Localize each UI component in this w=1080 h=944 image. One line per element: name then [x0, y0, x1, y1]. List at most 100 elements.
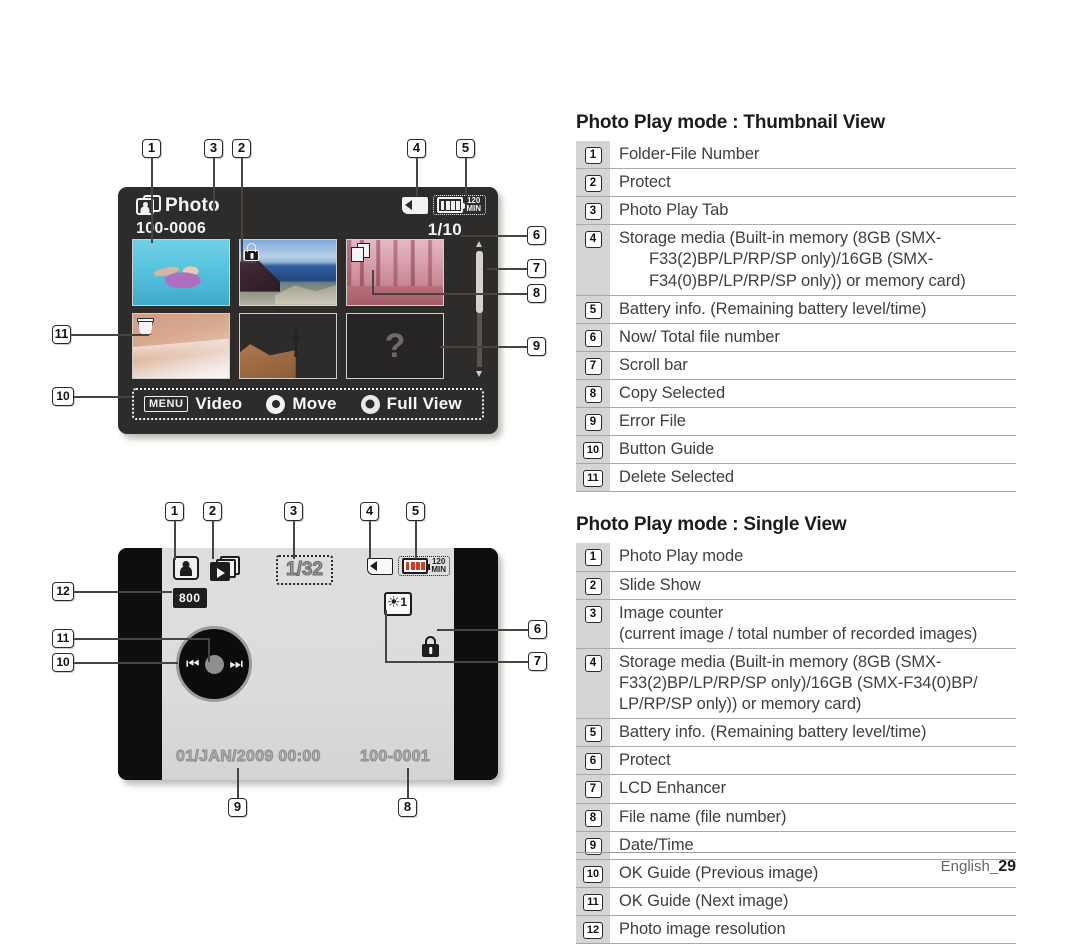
row-number-cell: 5 [576, 718, 610, 747]
battery-icon [437, 197, 466, 213]
row-number-cell: 5 [576, 295, 610, 324]
leader-single-1 [174, 521, 176, 560]
leader-single-9 [237, 768, 239, 799]
leader-single-6 [437, 629, 528, 631]
row-label: Scroll bar [619, 355, 688, 374]
callout-thumb-3: 3 [204, 139, 223, 158]
single-view-legend-table: 1 Photo Play mode 2 Slide Show 3 Image c… [576, 543, 1016, 944]
button-guide-full-view-label: Full View [386, 394, 462, 413]
battery-info: 120 MIN [433, 195, 486, 215]
row-number: 12 [583, 921, 603, 939]
callout-single-1: 1 [165, 502, 184, 521]
thumbnail-cell-6-error[interactable]: ? [346, 312, 444, 379]
table-row: 1 Photo Play mode [576, 543, 1016, 572]
row-label: Button Guide [619, 440, 715, 459]
row-label-line: F33(2)BP/LP/RP/SP only)/16GB (SMX- [649, 250, 934, 269]
callout-thumb-7: 7 [527, 259, 546, 278]
table-row: 7 LCD Enhancer [576, 774, 1016, 804]
row-number-cell: 12 [576, 915, 610, 944]
thumbnail-cell-4[interactable] [132, 312, 230, 379]
thumbnail-cell-2[interactable] [239, 239, 337, 306]
table-row: 3 Photo Play Tab [576, 196, 1016, 225]
leader-single-12 [74, 591, 172, 593]
thumbnail-view-legend-table: 1 Folder-File Number 2 Protect 3 Photo P… [576, 141, 1016, 492]
ok-guide-previous-image-icon[interactable]: ⏮ [186, 657, 199, 672]
row-label: Folder-File Number [619, 145, 760, 163]
table-row: 6 Now/ Total file number [576, 323, 1016, 352]
ok-button-icon[interactable] [360, 394, 380, 414]
row-number-cell: 7 [576, 351, 610, 380]
footer-page-number: 29 [998, 858, 1016, 875]
row-label: Image counter (current image / total num… [610, 599, 1016, 648]
scroll-bar[interactable] [475, 241, 484, 377]
row-label: Storage media (Built-in memory (8GB (SMX… [610, 225, 1016, 295]
table-row: 10 Button Guide [576, 435, 1016, 464]
dpad-icon[interactable] [266, 394, 286, 414]
battery-remaining-time: 120 MIN [466, 197, 481, 213]
callout-thumb-8: 8 [527, 284, 546, 303]
row-label-line: F34(0)BP/LP/RP/SP only)) or memory card) [649, 271, 966, 290]
table-row: 3 Image counter (current image / total n… [576, 599, 1016, 649]
row-number-cell: 11 [576, 887, 610, 916]
leader-single-11b [208, 638, 210, 662]
thumbnail-cell-5[interactable] [239, 312, 337, 379]
scroll-knob[interactable] [476, 251, 483, 313]
callout-thumb-2: 2 [232, 139, 251, 158]
row-number-cell: 8 [576, 803, 610, 832]
row-label: Protect [619, 173, 671, 192]
battery-minutes-unit: MIN [466, 204, 481, 213]
row-label-line: LP/RP/SP only)) or memory card) [619, 695, 862, 714]
leader-thumb-5 [465, 158, 467, 196]
protect-lock-icon-single [422, 636, 439, 657]
row-label: Slide Show [619, 575, 701, 594]
table-row: 5 Battery info. (Remaining battery level… [576, 718, 1016, 747]
row-number: 6 [584, 329, 602, 347]
leader-single-3 [293, 521, 295, 559]
row-number-cell: 1 [576, 543, 610, 572]
table-row: 9 Error File [576, 407, 1016, 436]
battery-minutes-unit-single: MIN [431, 565, 446, 574]
table-row: 2 Protect [576, 168, 1016, 197]
row-label: Battery info. (Remaining battery level/t… [619, 299, 927, 318]
page-footer: English_29 [576, 852, 1016, 876]
row-label: Copy Selected [619, 383, 726, 402]
table-row: 2 Slide Show [576, 571, 1016, 600]
storage-battery-group: 120 MIN [402, 195, 486, 215]
row-number: 1 [584, 549, 602, 567]
row-number: 2 [584, 577, 602, 595]
row-number-cell: 4 [576, 224, 610, 296]
ok-guide-next-image-icon[interactable]: ⏭ [229, 657, 242, 672]
button-guide-move-label: Move [292, 394, 337, 413]
table-row: 1 Folder-File Number [576, 141, 1016, 169]
row-number: 5 [584, 301, 602, 319]
thumbnail-cell-1[interactable] [132, 239, 230, 306]
leader-single-5 [415, 521, 417, 559]
row-number: 11 [583, 893, 603, 911]
callout-thumb-6: 6 [527, 226, 546, 245]
leader-single-2 [212, 521, 214, 559]
now-total-file-number: 1/10 [427, 220, 462, 239]
row-number: 7 [584, 781, 602, 799]
callout-single-4: 4 [360, 502, 379, 521]
delete-selected-trash-icon [137, 317, 154, 335]
row-label-line: Storage media (Built-in memory (8GB (SMX… [619, 229, 942, 248]
menu-button-chip[interactable]: MENU [144, 396, 189, 412]
thumbnail-grid: ? [132, 239, 444, 379]
row-label: Battery info. (Remaining battery level/t… [619, 723, 927, 742]
leader-thumb-4 [416, 158, 418, 196]
date-time: 01/JAN/2009 00:00 [176, 748, 321, 766]
row-number: 8 [584, 385, 602, 403]
button-guide-video-label: Video [195, 394, 243, 413]
scroll-down-arrow-icon[interactable] [476, 371, 482, 377]
file-name-number: 100-0001 [359, 748, 431, 766]
thumbnail-cell-3[interactable] [346, 239, 444, 306]
row-label: Now/ Total file number [619, 327, 780, 346]
table-row: 4 Storage media (Built-in memory (8GB (S… [576, 224, 1016, 296]
single-view-section-title: Photo Play mode : Single View [576, 514, 847, 536]
row-label-line: F33(2)BP/LP/RP/SP only)/16GB (SMX-F34(0)… [619, 673, 978, 692]
leader-thumb-2 [241, 158, 243, 262]
row-number: 3 [584, 605, 602, 623]
table-row: 6 Protect [576, 746, 1016, 775]
photo-play-tab[interactable]: Photo [136, 195, 220, 217]
scroll-up-arrow-icon[interactable] [476, 241, 482, 247]
